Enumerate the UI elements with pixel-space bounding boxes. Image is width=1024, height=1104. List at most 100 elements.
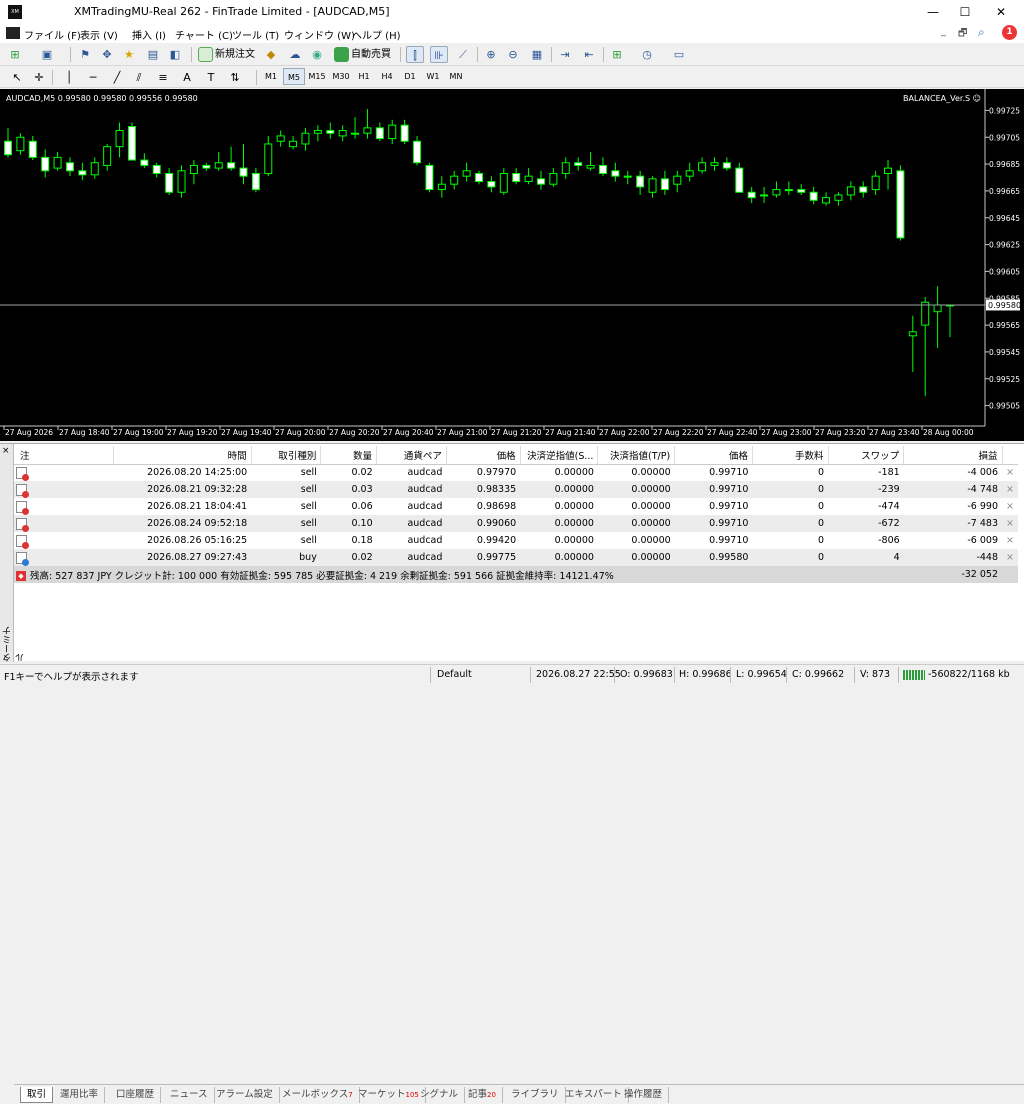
cursor-icon[interactable]: ↖ [8, 69, 26, 86]
menu-chart[interactable]: チャート (C) [175, 27, 233, 42]
terminal-tab[interactable]: 運用比率 [54, 1087, 106, 1103]
timeframe-h4[interactable]: H4 [376, 68, 398, 85]
chart-window[interactable]: 0.99725 0.99705 0.99685 0.99665 0.99645 0.996… [0, 89, 1024, 441]
terminal-close-button[interactable]: × [2, 446, 10, 456]
text-icon[interactable]: A [178, 69, 196, 86]
close-order-button[interactable]: × [1002, 481, 1018, 498]
order-row[interactable]: 2026.08.24 09:52:18 sell 0.10 audcad 0.99060… [14, 515, 1018, 532]
navigator-icon[interactable]: ★ [120, 46, 138, 63]
terminal-tab[interactable]: 操作履歴 [618, 1087, 670, 1103]
terminal-tab[interactable]: ニュース [164, 1087, 215, 1103]
mdi-minimize-button[interactable]: _ [941, 26, 946, 37]
horizontal-line-icon[interactable]: ─ [84, 69, 102, 86]
timeframe-m30[interactable]: M30 [330, 68, 352, 85]
tile-windows-icon[interactable]: ▦ [528, 46, 546, 63]
candle-body [16, 136, 25, 152]
data-window-icon[interactable]: ✥ [98, 46, 116, 63]
close-order-button[interactable]: × [1002, 549, 1018, 566]
col-profit[interactable]: 損益 [903, 446, 1003, 465]
menu-view[interactable]: 表示 (V) [80, 27, 118, 42]
timeframe-w1[interactable]: W1 [422, 68, 444, 85]
terminal-tab[interactable]: 口座履歴 [110, 1087, 162, 1103]
terminal-tab[interactable]: アラーム設定 [210, 1087, 280, 1103]
col-tp[interactable]: 決済指値(T/P) [597, 446, 676, 465]
candle-body [351, 132, 360, 135]
line-chart-icon[interactable]: ⟋ [454, 46, 472, 63]
mdi-restore-button[interactable]: 🗗 [958, 26, 967, 43]
status-profile[interactable]: Default [437, 669, 472, 680]
col-current-price[interactable]: 価格 [674, 446, 753, 465]
col-price[interactable]: 価格 [446, 446, 521, 465]
close-order-button[interactable]: × [1002, 464, 1018, 481]
notification-badge[interactable]: 1 [1002, 25, 1017, 40]
order-row[interactable]: 2026.08.26 05:16:25 sell 0.18 audcad 0.99420… [14, 532, 1018, 549]
close-order-button[interactable]: × [1002, 532, 1018, 549]
col-volume[interactable]: 数量 [320, 446, 378, 465]
indicators-icon[interactable]: ⊞ [608, 46, 626, 63]
menu-insert[interactable]: 挿入 (I) [132, 27, 166, 42]
timeframe-mn[interactable]: MN [445, 68, 467, 85]
signals-icon[interactable]: ◉ [308, 46, 326, 63]
col-order[interactable]: 注 [14, 446, 114, 465]
order-row[interactable]: 2026.08.20 14:25:00 sell 0.02 audcad 0.97970… [14, 464, 1018, 481]
col-symbol[interactable]: 通貨ペア [376, 446, 447, 465]
menu-help[interactable]: ヘルプ (H) [352, 27, 401, 42]
auto-trading-button[interactable]: 自動売買 [333, 46, 391, 63]
chart-window-icon[interactable] [6, 27, 20, 39]
strategy-tester-icon[interactable]: ◧ [166, 46, 184, 63]
current-price-label: 0.99580 [988, 301, 1021, 310]
candle-body [536, 178, 545, 185]
col-time[interactable]: 時間 [113, 446, 252, 465]
close-order-button[interactable]: × [1002, 498, 1018, 515]
zoom-in-icon[interactable]: ⊕ [482, 46, 500, 63]
menu-window[interactable]: ウィンドウ (W) [284, 27, 355, 42]
market-watch-icon[interactable]: ⚑ [76, 46, 94, 63]
text-label-icon[interactable]: T [202, 69, 220, 86]
close-order-button[interactable]: × [1002, 515, 1018, 532]
terminal-tab[interactable]: メールボックス7 [276, 1087, 360, 1103]
timeframe-d1[interactable]: D1 [399, 68, 421, 85]
metaeditor-icon[interactable]: ◆ [262, 46, 280, 63]
timeframe-m1[interactable]: M1 [260, 68, 282, 85]
search-icon[interactable]: ⌕ [978, 25, 985, 40]
time-tick-label: 27 Aug 21:20 [491, 428, 542, 437]
price-chart[interactable]: 0.99725 0.99705 0.99685 0.99665 0.99645 0.996… [0, 89, 1024, 441]
order-volume: 0.02 [320, 549, 377, 566]
new-order-button[interactable]: 新規注文 [197, 46, 255, 63]
order-row[interactable]: 2026.08.21 09:32:28 sell 0.03 audcad 0.98335… [14, 481, 1018, 498]
col-swap[interactable]: スワップ [828, 446, 905, 465]
col-type[interactable]: 取引種別 [251, 446, 322, 465]
order-sl: 0.00000 [554, 535, 594, 546]
col-commission[interactable]: 手数料 [752, 446, 829, 465]
close-button[interactable]: ✕ [978, 0, 1024, 24]
bar-chart-icon[interactable]: ⫿ [406, 46, 424, 63]
order-row[interactable]: 2026.08.21 18:04:41 sell 0.06 audcad 0.98698… [14, 498, 1018, 515]
templates-icon[interactable]: ▭ [670, 46, 688, 63]
trendline-icon[interactable]: ╱ [108, 69, 126, 86]
virtual-hosting-icon[interactable]: ☁ [286, 46, 304, 63]
col-sl[interactable]: 決済逆指値(S... [520, 446, 599, 465]
candlestick-icon[interactable]: ⊪ [430, 46, 448, 63]
profiles-icon[interactable]: ▣ [38, 46, 56, 63]
vertical-line-icon[interactable]: │ [60, 69, 78, 86]
terminal-tab[interactable]: シグナル [414, 1087, 466, 1103]
new-chart-icon[interactable]: ⊞ [6, 46, 24, 63]
timeframe-m15[interactable]: M15 [306, 68, 328, 85]
terminal-icon[interactable]: ▤ [144, 46, 162, 63]
periods-icon[interactable]: ◷ [638, 46, 656, 63]
fibonacci-icon[interactable]: ≡ [154, 69, 172, 86]
terminal-tab[interactable]: 取引 [20, 1087, 54, 1103]
menu-tools[interactable]: ツール (T) [232, 27, 279, 42]
crosshair-icon[interactable]: ✛ [30, 69, 48, 86]
terminal-tab[interactable]: ライブラリ [505, 1087, 566, 1103]
timeframe-m5[interactable]: M5 [283, 68, 305, 85]
channel-icon[interactable]: ⫽ [130, 69, 148, 86]
timeframe-h1[interactable]: H1 [353, 68, 375, 85]
menu-file[interactable]: ファイル (F) [24, 27, 81, 42]
arrows-icon[interactable]: ⇅ [226, 69, 244, 86]
auto-scroll-icon[interactable]: ⇥ [556, 46, 574, 63]
order-row[interactable]: 2026.08.27 09:27:43 buy 0.02 audcad 0.99775 0… [14, 549, 1018, 566]
terminal-tab[interactable]: 記事20 [462, 1087, 503, 1103]
zoom-out-icon[interactable]: ⊖ [504, 46, 522, 63]
chart-shift-icon[interactable]: ⇤ [580, 46, 598, 63]
